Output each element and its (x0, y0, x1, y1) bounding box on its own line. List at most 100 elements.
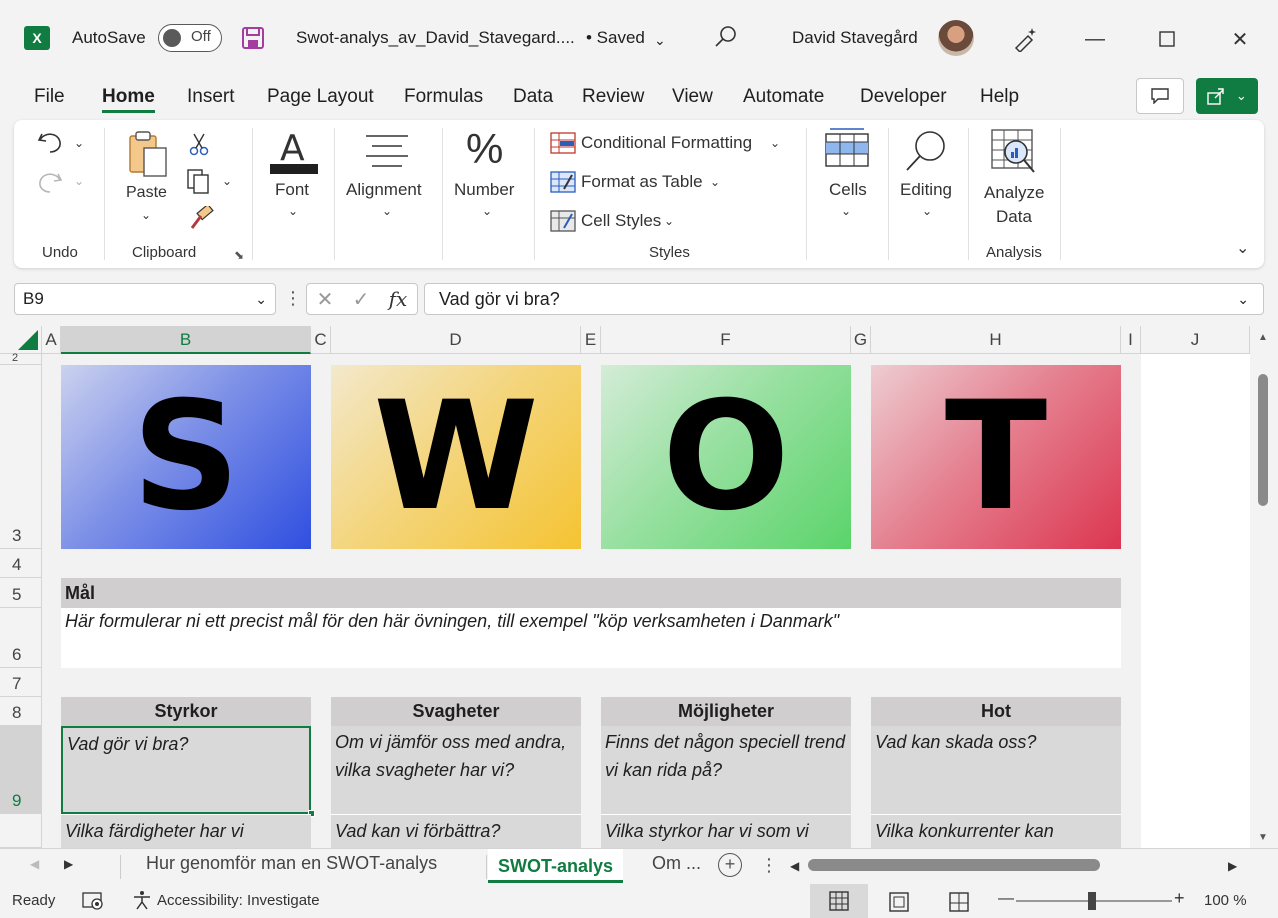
tab-home[interactable]: Home (102, 86, 155, 113)
comments-button[interactable] (1136, 78, 1184, 114)
cells-icon[interactable] (824, 126, 870, 172)
accessibility-status[interactable]: Accessibility: Investigate (157, 892, 320, 909)
swot-strengths-tile[interactable]: S (61, 365, 311, 549)
chevron-down-icon[interactable]: ⌄ (770, 136, 780, 150)
accessibility-icon[interactable] (132, 890, 152, 910)
add-sheet-icon[interactable]: + (718, 853, 742, 877)
number-label[interactable]: Number (454, 180, 514, 200)
prev-sheet-icon[interactable]: ◀ (30, 857, 39, 871)
tab-insert[interactable]: Insert (187, 86, 235, 108)
cancel-icon[interactable]: ✕ (317, 287, 334, 312)
goal-text-cell[interactable]: Här formulerar ni ett precist mål för de… (61, 608, 1121, 668)
row-header-4[interactable]: 4 (0, 549, 42, 578)
number-dropdown-icon[interactable]: ⌄ (482, 204, 492, 218)
select-all-corner[interactable] (0, 326, 42, 354)
scroll-down-icon[interactable]: ▼ (1258, 832, 1268, 843)
alignment-icon[interactable] (364, 132, 410, 172)
analyze-data-icon[interactable] (990, 128, 1038, 176)
zoom-level[interactable]: 100 % (1204, 892, 1247, 909)
more-options-icon[interactable]: ⋮ (284, 288, 302, 309)
tab-review[interactable]: Review (582, 86, 644, 108)
save-icon[interactable] (241, 26, 265, 50)
font-icon[interactable]: A (268, 128, 320, 176)
format-as-table-button[interactable]: Format as Table (581, 172, 703, 192)
chevron-down-icon[interactable]: ⌄ (710, 175, 720, 189)
chevron-down-icon[interactable]: ⌄ (654, 32, 666, 49)
normal-view-button[interactable] (810, 884, 868, 918)
horizontal-scrollbar-thumb[interactable] (808, 859, 1100, 871)
cell-b9[interactable]: Vad gör vi bra? (61, 726, 311, 814)
worksheet-grid[interactable]: A B C D E F G H I J 2 3 4 5 6 7 8 9 S W … (0, 326, 1250, 848)
cell-b10[interactable]: Vilka färdigheter har vi (61, 814, 311, 848)
redo-icon[interactable] (36, 168, 66, 194)
redo-dropdown-icon[interactable]: ⌄ (74, 174, 84, 188)
scroll-left-icon[interactable]: ◀ (790, 859, 799, 873)
chevron-down-icon[interactable]: ⌄ (664, 214, 674, 228)
tab-file[interactable]: File (34, 86, 65, 108)
column-header-g[interactable]: G (851, 326, 871, 354)
editing-search-icon[interactable] (904, 128, 950, 174)
tab-help[interactable]: Help (980, 86, 1019, 108)
cells-label[interactable]: Cells (829, 180, 867, 200)
column-header-h[interactable]: H (871, 326, 1121, 354)
row-header-3[interactable]: 3 (0, 365, 42, 549)
paste-icon[interactable] (124, 130, 172, 180)
header-weaknesses[interactable]: Svagheter (331, 697, 581, 726)
conditional-formatting-button[interactable]: Conditional Formatting (581, 133, 752, 153)
undo-icon[interactable] (36, 128, 66, 154)
tab-automate[interactable]: Automate (743, 86, 824, 108)
column-header-d[interactable]: D (331, 326, 581, 354)
copy-icon[interactable] (186, 168, 212, 194)
column-header-f[interactable]: F (601, 326, 851, 354)
analyze-data-label-1[interactable]: Analyze (984, 183, 1044, 203)
cell-d10[interactable]: Vad kan vi förbättra? (331, 814, 581, 848)
ribbon-collapse-icon[interactable]: ⌄ (1236, 238, 1249, 258)
row-header-10[interactable] (0, 814, 42, 848)
column-header-i[interactable]: I (1121, 326, 1141, 354)
tab-developer[interactable]: Developer (860, 86, 947, 108)
tab-view[interactable]: View (672, 86, 713, 108)
swot-weaknesses-tile[interactable]: W (331, 365, 581, 549)
header-strengths[interactable]: Styrkor (61, 697, 311, 726)
column-header-b[interactable]: B (61, 326, 311, 354)
scrollbar-thumb[interactable] (1258, 374, 1268, 506)
zoom-in-icon[interactable]: + (1174, 888, 1185, 909)
copy-dropdown-icon[interactable]: ⌄ (222, 174, 232, 188)
designer-wand-icon[interactable] (1012, 24, 1040, 54)
cells-dropdown-icon[interactable]: ⌄ (841, 204, 851, 218)
font-dropdown-icon[interactable]: ⌄ (288, 204, 298, 218)
more-sheets-icon[interactable]: ⋮ (760, 855, 778, 876)
row-header-9[interactable]: 9 (0, 726, 42, 814)
name-box[interactable]: B9 ⌄ (14, 283, 276, 315)
cell-styles-button[interactable]: Cell Styles (581, 211, 661, 231)
cell-h9[interactable]: Vad kan skada oss? (871, 726, 1121, 814)
alignment-dropdown-icon[interactable]: ⌄ (382, 204, 392, 218)
cut-icon[interactable] (188, 132, 212, 156)
alignment-label[interactable]: Alignment (346, 180, 422, 200)
file-name[interactable]: Swot-analys_av_David_Stavegard.... (296, 28, 575, 48)
zoom-slider-thumb[interactable] (1088, 892, 1096, 910)
macro-record-icon[interactable] (82, 890, 104, 910)
scroll-up-icon[interactable]: ▲ (1258, 332, 1268, 343)
row-header-7[interactable]: 7 (0, 668, 42, 697)
undo-dropdown-icon[interactable]: ⌄ (74, 136, 84, 150)
tab-page-layout[interactable]: Page Layout (267, 86, 374, 108)
row-header-5[interactable]: 5 (0, 578, 42, 608)
column-header-c[interactable]: C (311, 326, 331, 354)
row-header-2[interactable]: 2 (0, 352, 42, 365)
format-painter-icon[interactable] (188, 203, 214, 232)
percent-icon[interactable]: % (466, 128, 503, 170)
swot-opportunities-tile[interactable]: O (601, 365, 851, 549)
analyze-data-label-2[interactable]: Data (996, 207, 1032, 227)
goal-header-cell[interactable]: Mål (61, 578, 1121, 608)
zoom-out-icon[interactable]: — (998, 890, 1014, 908)
cell-f9[interactable]: Finns det någon speciell trend vi kan ri… (601, 726, 851, 814)
minimize-icon[interactable]: — (1080, 24, 1110, 54)
column-header-j[interactable]: J (1141, 326, 1250, 354)
editing-label[interactable]: Editing (900, 180, 952, 200)
sheet-tab-om[interactable]: Om ... (652, 853, 701, 874)
sheet-tab-how-to[interactable]: Hur genomför man en SWOT-analys (146, 853, 437, 874)
paste-dropdown-icon[interactable]: ⌄ (141, 208, 151, 222)
column-header-e[interactable]: E (581, 326, 601, 354)
save-status[interactable]: • Saved (586, 28, 645, 48)
